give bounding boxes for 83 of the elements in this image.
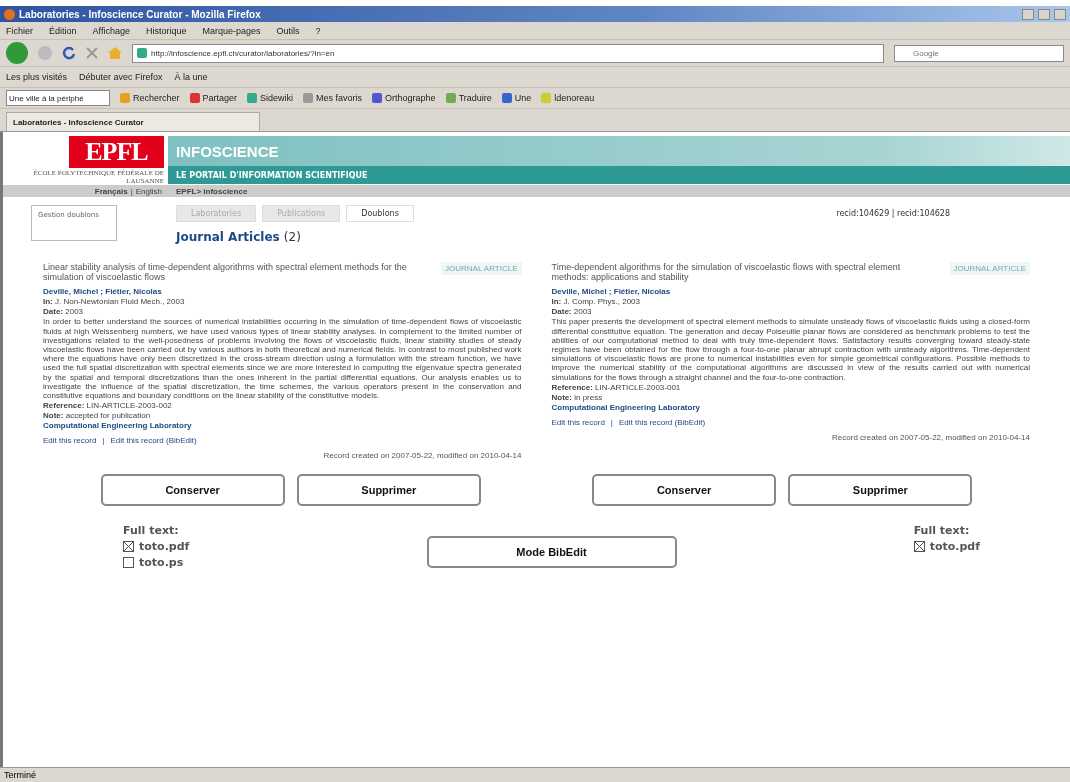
abstract-text: In order to better understand the sources of numerical instabilities occurring in the simulation of time-dependent flows of viscoelastic fluids at high Weissenberg numbers, we have used various types of linear stability analyses. In complement to the limited number of investigations related to the well-posedness of problems involving the flows of viscoelastic fluids, linear stability studies of steady viscoelastic flows have been carried out by various authors in both theoretical and numerical fields. In contrast to most published work where the equations have only been discretized in the cross-stream direction using a formulation with the stream function, we have used the full spatial discretization with spectral elements since we are more interested in computing the eigenvalue spectra generated by the spatial and temporal discretizations than the ones inherent in the partial differential equations. Our analysis enables us to investigate the influence of the spatial discretization, the time schemes, the various operators present in the conservation and constitutive equations and boundary conditions on the linear stability of the constitutive models. — [43, 317, 522, 401]
toolbar-item[interactable]: Traduire — [445, 93, 492, 103]
edit-record-link[interactable]: Edit this record — [43, 436, 97, 446]
menu-item[interactable]: Outils — [276, 25, 300, 36]
toolbar-item[interactable]: Orthographe — [372, 93, 436, 103]
maximize-button[interactable] — [1038, 8, 1050, 20]
back-button[interactable] — [6, 42, 28, 64]
delete-button[interactable]: Supprimer — [296, 474, 481, 507]
firefox-icon — [4, 8, 15, 20]
language-separator: | — [130, 186, 133, 196]
toolbar-item[interactable]: ldenoreau — [541, 93, 595, 103]
minimize-button[interactable] — [1022, 8, 1034, 20]
browser-tab[interactable]: Laboratories - Infoscience Curator — [6, 112, 260, 131]
record-ids: recid:104629 | recid:104628 — [836, 209, 950, 219]
note-line: Note: in press — [551, 392, 603, 402]
keep-button[interactable]: Conserver — [592, 474, 777, 507]
link-separator: | — [102, 436, 105, 446]
full-text-label: Full text: — [913, 524, 971, 538]
menu-item[interactable]: ? — [315, 25, 321, 36]
home-icon[interactable] — [108, 47, 122, 59]
section-heading: Journal Articles (2) — [176, 230, 302, 245]
record-title: Linear stability analysis of time-dependent algorithms with spectral element methods for the simulation of viscoelastic flows — [43, 262, 408, 283]
date-line: Date: 2003 — [43, 307, 84, 317]
link-separator: | — [610, 417, 613, 427]
toolbar-item[interactable]: Partager — [189, 93, 238, 103]
type-badge: JOURNAL ARTICLE — [441, 262, 522, 276]
status-text: Terminé — [0, 767, 1070, 782]
toolbar-item[interactable]: Rechercher — [120, 93, 180, 103]
window-title: Laboratories - Infoscience Curator - Mozilla Firefox — [19, 8, 262, 20]
menu-item[interactable]: Édition — [49, 25, 77, 36]
file-name: toto.ps — [139, 556, 184, 570]
reference-line: Reference: LIN-ARTICLE-2003-002 — [43, 401, 172, 411]
language-link[interactable]: English — [135, 186, 162, 196]
type-badge: JOURNAL ARTICLE — [949, 262, 1030, 276]
checkbox[interactable] — [913, 541, 925, 553]
menu-item[interactable]: Affichage — [92, 25, 130, 36]
toolbar-item[interactable]: Sidewiki — [247, 93, 294, 103]
reference-line: Reference: LIN-ARTICLE-2003-001 — [551, 382, 681, 392]
laboratory-link[interactable]: Computational Engineering Laboratory — [43, 421, 522, 431]
checkbox[interactable] — [123, 557, 134, 569]
laboratory-link[interactable]: Computational Engineering Laboratory — [551, 402, 1030, 412]
record-dates: Record created on 2007-05-22, modified on 2010-04-14 — [831, 432, 1030, 442]
forward-button[interactable] — [38, 46, 52, 60]
close-button[interactable] — [1054, 8, 1066, 20]
page-icon — [137, 48, 147, 58]
edit-bibedit-link[interactable]: Edit this record (BibEdit) — [618, 417, 706, 427]
language-link[interactable]: Français — [94, 186, 128, 196]
menu-item[interactable]: Historique — [145, 25, 187, 36]
bibedit-mode-button[interactable]: Mode BibEdit — [426, 535, 677, 568]
abstract-text: This paper presents the development of spectral element methods to simulate unsteady flows of viscoelastic fluids using a closed-form differential constitutive equation. The generation and decay Poiseuille planar flows are considered as benchmark problems to test the abilities of our computational method to deal with truly time-dependent flows. Satisfactory results converging toward steady-state regimes have been obtained for the flow through a four-to-one planar abrupt contraction with unsteady algorithms. Time-dependent simulations of viscoelastic flows are prone to numerical instabilities even for simple geometrical configurations. Possible methods to improve the numerical stability of the computational algorithms are discussed in view of the results carried out with numerical simulations for the flows through a straight channel and the four-to-one contraction. — [551, 317, 1030, 382]
reload-icon[interactable] — [62, 46, 76, 60]
delete-button[interactable]: Supprimer — [788, 474, 973, 507]
note-line: Note: accepted for publication — [43, 411, 151, 421]
authors-link[interactable]: Deville, Michel ; Fiétier, Nicolas — [551, 287, 1030, 297]
toolbar-item[interactable]: Mes favoris — [303, 93, 363, 103]
menu-item[interactable]: Marque-pages — [202, 25, 261, 36]
journal-line: In: J. Comp. Phys., 2003 — [551, 297, 640, 307]
keep-button[interactable]: Conserver — [100, 474, 285, 507]
edit-bibedit-link[interactable]: Edit this record (BibEdit) — [110, 436, 197, 446]
journal-line: In: J. Non-Newtonian Fluid Mech., 2003 — [43, 297, 185, 307]
checkbox[interactable] — [123, 541, 134, 553]
menu-item[interactable]: Fichier — [6, 25, 33, 36]
bookmark-item[interactable]: Débuter avec Firefox — [79, 72, 163, 82]
breadcrumb[interactable]: EPFL> infoscience — [168, 186, 1070, 196]
address-bar[interactable]: http://infoscience.epfl.ch/curator/laboratories/?ln=en — [132, 43, 884, 63]
close-icon[interactable] — [86, 47, 98, 59]
edit-record-link[interactable]: Edit this record — [551, 417, 605, 427]
authors-link[interactable]: Deville, Michel ; Fiétier, Nicolas — [43, 287, 522, 297]
bookmark-item[interactable]: Les plus visités — [6, 72, 68, 82]
record-title: Time-dependent algorithms for the simulation of viscoelastic flows with spectral element methods: applications and stability — [551, 262, 902, 283]
date-line: Date: 2003 — [551, 307, 592, 317]
record-dates: Record created on 2007-05-22, modified on 2010-04-14 — [322, 451, 522, 461]
bookmark-item[interactable]: À la une — [174, 72, 208, 82]
site-title: INFOSCIENCE — [168, 136, 1070, 166]
toolbar-item[interactable]: Une — [501, 93, 532, 103]
toolbar-search-field[interactable]: Une ville à la périphé — [6, 90, 110, 106]
search-field[interactable]: Google — [894, 44, 1064, 62]
logo: EPFL — [69, 136, 164, 168]
full-text-label: Full text: — [123, 524, 180, 538]
file-name: toto.pdf — [929, 540, 980, 554]
page-tab[interactable]: Doublons — [346, 205, 414, 223]
site-subtitle: LE PORTAIL D'INFORMATION SCIENTIFIQUE — [168, 166, 1070, 184]
file-name: toto.pdf — [139, 540, 190, 554]
